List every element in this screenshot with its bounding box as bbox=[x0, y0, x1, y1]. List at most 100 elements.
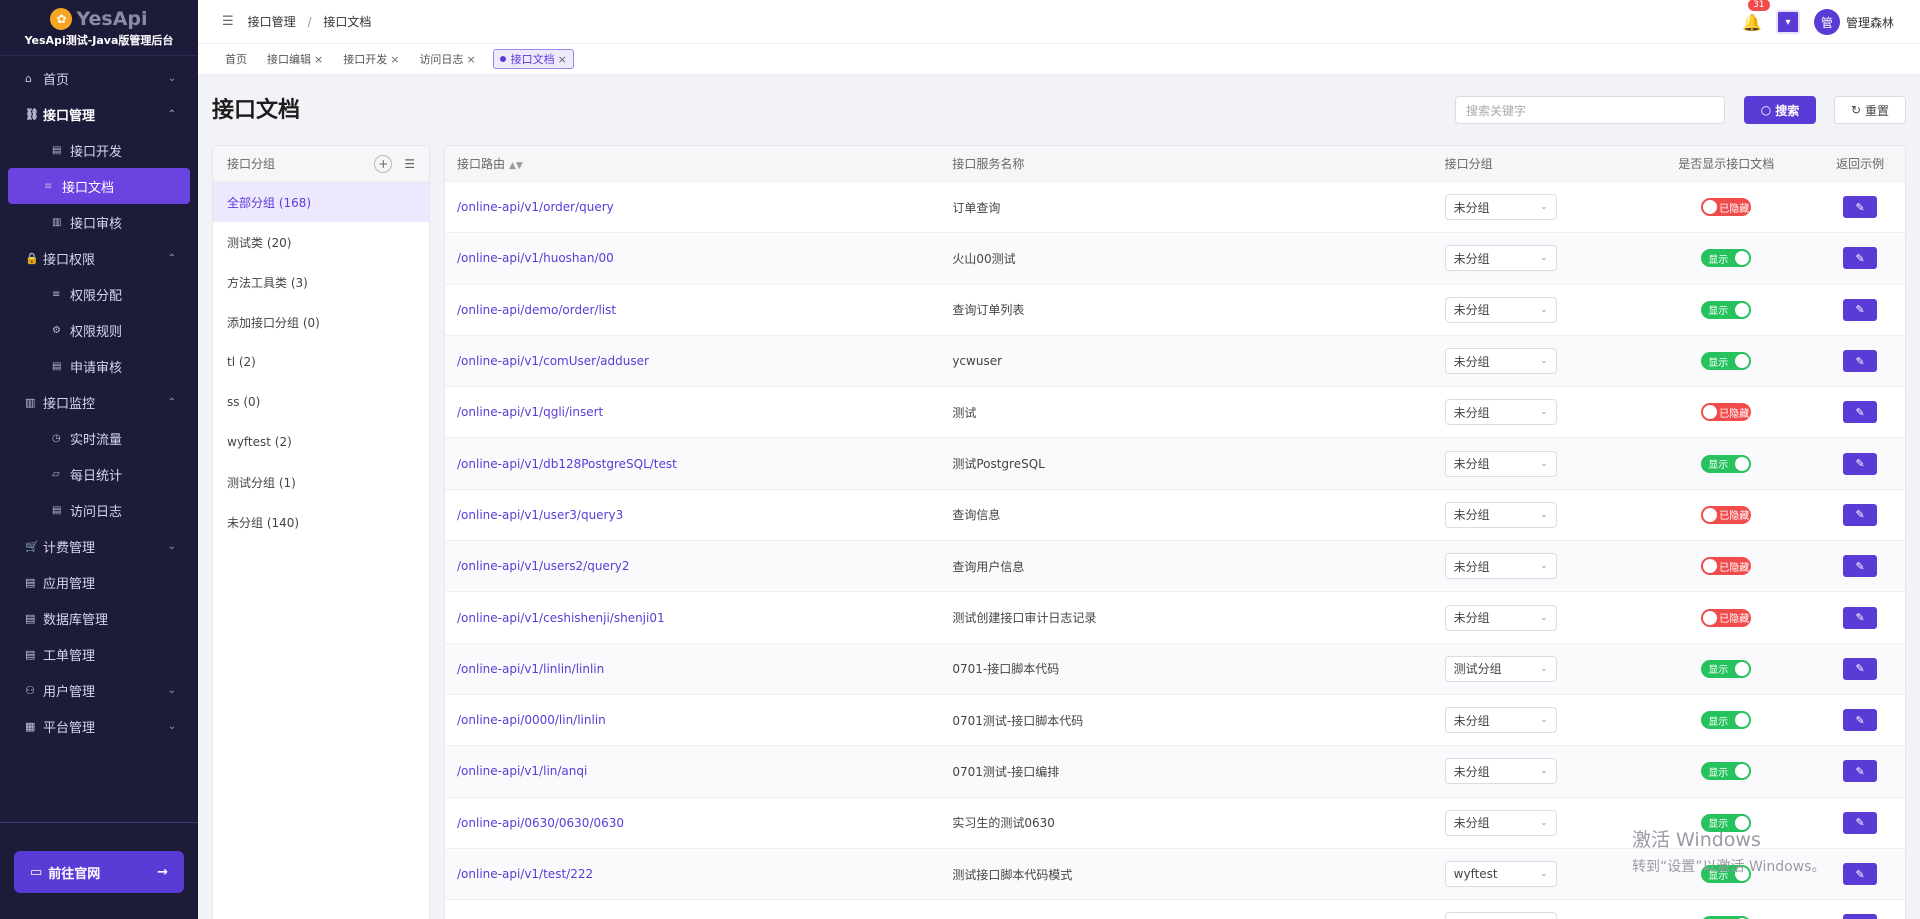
group-select[interactable]: 未分组⌄ bbox=[1444, 758, 1557, 785]
show-doc-toggle[interactable]: 已隐藏 bbox=[1701, 198, 1752, 217]
route-link[interactable]: /online-api/v1/linlin/linlin bbox=[457, 662, 604, 676]
group-select[interactable]: wyftest ⌄ bbox=[1444, 861, 1557, 887]
edit-example-button[interactable]: ✎ bbox=[1843, 401, 1878, 424]
close-icon[interactable]: × bbox=[558, 53, 567, 66]
sidebar-item[interactable]: ⚇ 用户管理 ⌄ bbox=[0, 672, 198, 708]
edit-example-button[interactable]: ✎ bbox=[1843, 709, 1878, 732]
show-doc-toggle[interactable]: 显示 bbox=[1701, 762, 1752, 781]
show-doc-toggle[interactable]: 已隐藏 bbox=[1701, 505, 1752, 524]
show-doc-toggle[interactable]: 已隐藏 bbox=[1701, 403, 1752, 422]
sidebar-subitem[interactable]: ▤ 申请审核 bbox=[8, 348, 190, 384]
route-link[interactable]: /online-api/v1/huoshan/00 bbox=[457, 251, 614, 265]
sidebar-item[interactable]: 🔒 接口权限 ⌃ bbox=[0, 240, 198, 276]
group-item[interactable]: 测试类 (20) bbox=[213, 222, 429, 262]
tab-item[interactable]: 接口文档 × bbox=[492, 49, 574, 69]
edit-example-button[interactable]: ✎ bbox=[1843, 606, 1878, 629]
sidebar-subitem[interactable]: ≡ 权限分配 bbox=[8, 276, 190, 312]
sidebar-item[interactable]: ⛓ 接口管理 ⌃ bbox=[0, 96, 198, 132]
route-link[interactable]: /online-api/v1/ceshishenji/shenji01 bbox=[457, 611, 665, 625]
route-link[interactable]: /online-api/v1/order/query bbox=[457, 200, 614, 214]
group-select[interactable]: 未分组⌄ bbox=[1444, 501, 1557, 528]
group-select[interactable]: 未分组⌄ bbox=[1444, 604, 1557, 631]
group-select[interactable]: 未分组⌄ bbox=[1444, 194, 1557, 221]
route-link[interactable]: /online-api/v1/users2/query2 bbox=[457, 559, 629, 573]
dropdown-toggle-button[interactable]: ▾ bbox=[1775, 10, 1800, 34]
group-item[interactable]: ss (0) bbox=[213, 382, 429, 422]
group-item[interactable]: wyftest (2) bbox=[213, 422, 429, 462]
group-menu-icon[interactable]: ☰ bbox=[404, 157, 415, 171]
edit-example-button[interactable]: ✎ bbox=[1843, 811, 1878, 834]
tab-item[interactable]: 首页 bbox=[222, 49, 250, 69]
tab-item[interactable]: 接口开发 × bbox=[340, 49, 402, 69]
add-group-icon[interactable]: + bbox=[374, 154, 393, 173]
group-select[interactable]: 未分组⌄ bbox=[1444, 450, 1557, 477]
sidebar-subitem[interactable]: ▥ 接口审核 bbox=[8, 204, 190, 240]
edit-example-button[interactable]: ✎ bbox=[1843, 247, 1878, 270]
group-select[interactable]: 未分组⌄ bbox=[1444, 399, 1557, 426]
sidebar-item[interactable]: ▥ 接口监控 ⌃ bbox=[0, 384, 198, 420]
group-item[interactable]: 未分组 (140) bbox=[213, 502, 429, 542]
tab-item[interactable]: 访问日志 × bbox=[416, 49, 478, 69]
route-link[interactable]: /online-api/v1/user3/query3 bbox=[457, 508, 623, 522]
show-doc-toggle[interactable]: 显示 bbox=[1701, 249, 1752, 268]
edit-example-button[interactable]: ✎ bbox=[1843, 298, 1878, 321]
group-select[interactable]: 未分组⌄ bbox=[1444, 296, 1557, 323]
group-select[interactable]: 未分组⌄ bbox=[1444, 348, 1557, 375]
group-select[interactable]: 未分组⌄ bbox=[1444, 809, 1557, 836]
reset-button[interactable]: ↻ 重置 bbox=[1834, 96, 1906, 124]
route-link[interactable]: /online-api/v1/lin/anqi bbox=[457, 764, 587, 778]
group-select[interactable]: 未分组⌄ bbox=[1444, 553, 1557, 580]
column-header-route[interactable]: 接口路由 ▲▼ bbox=[445, 155, 940, 172]
sidebar-item[interactable]: ▤ 数据库管理 bbox=[0, 600, 198, 636]
breadcrumb-item[interactable]: 接口管理 bbox=[248, 15, 296, 29]
sidebar-item[interactable]: ▤ 应用管理 bbox=[0, 564, 198, 600]
user-menu[interactable]: 管 管理森林 bbox=[1813, 9, 1894, 35]
edit-example-button[interactable]: ✎ bbox=[1843, 863, 1878, 885]
show-doc-toggle[interactable]: 显示 bbox=[1701, 300, 1752, 319]
group-select[interactable]: 未分组⌄ bbox=[1444, 912, 1557, 919]
search-input[interactable]: 搜索关键字 bbox=[1455, 96, 1725, 124]
tab-item[interactable]: 接口编辑 × bbox=[264, 49, 326, 69]
edit-example-button[interactable]: ✎ bbox=[1843, 657, 1878, 680]
go-site-button[interactable]: ▭ 前往官网 → bbox=[14, 851, 184, 893]
group-select[interactable]: 未分组⌄ bbox=[1444, 707, 1557, 734]
group-item[interactable]: 测试分组 (1) bbox=[213, 462, 429, 502]
sidebar-subitem[interactable]: ▤ 访问日志 bbox=[8, 492, 190, 528]
sidebar-subitem[interactable]: ▱ 每日统计 bbox=[8, 456, 190, 492]
route-link[interactable]: /online-api/v1/comUser/adduser bbox=[457, 354, 649, 368]
group-select[interactable]: 未分组⌄ bbox=[1444, 245, 1557, 272]
route-link[interactable]: /online-api/demo/order/list bbox=[457, 303, 616, 317]
close-icon[interactable]: × bbox=[314, 53, 323, 66]
route-link[interactable]: /online-api/v1/test/222 bbox=[457, 867, 593, 881]
show-doc-toggle[interactable]: 显示 bbox=[1701, 352, 1752, 371]
route-link[interactable]: /online-api/0630/0630/0630 bbox=[457, 816, 624, 830]
group-item[interactable]: 添加接口分组 (0) bbox=[213, 302, 429, 342]
show-doc-toggle[interactable]: 显示 bbox=[1701, 711, 1752, 730]
edit-example-button[interactable]: ✎ bbox=[1843, 196, 1878, 219]
edit-example-button[interactable]: ✎ bbox=[1843, 760, 1878, 783]
close-icon[interactable]: × bbox=[466, 53, 475, 66]
collapse-menu-icon[interactable]: ☰ bbox=[222, 14, 234, 29]
edit-example-button[interactable]: ✎ bbox=[1843, 555, 1878, 578]
sidebar-item[interactable]: ▤ 工单管理 bbox=[0, 636, 198, 672]
sidebar-subitem[interactable]: ▤ 接口开发 bbox=[8, 132, 190, 168]
show-doc-toggle[interactable]: 显示 bbox=[1701, 454, 1752, 473]
sidebar-subitem[interactable]: ⚙ 权限规则 bbox=[8, 312, 190, 348]
edit-example-button[interactable]: ✎ bbox=[1843, 503, 1878, 526]
close-icon[interactable]: × bbox=[390, 53, 399, 66]
show-doc-toggle[interactable]: 已隐藏 bbox=[1701, 608, 1752, 627]
route-link[interactable]: /online-api/0000/lin/linlin bbox=[457, 713, 606, 727]
route-link[interactable]: /online-api/v1/qgli/insert bbox=[457, 405, 603, 419]
edit-example-button[interactable]: ✎ bbox=[1843, 350, 1878, 373]
sidebar-item[interactable]: ▦ 平台管理 ⌄ bbox=[0, 708, 198, 744]
group-item[interactable]: tl (2) bbox=[213, 342, 429, 382]
route-link[interactable]: /online-api/v1/db128PostgreSQL/test bbox=[457, 457, 677, 471]
show-doc-toggle[interactable]: 显示 bbox=[1701, 659, 1752, 678]
sort-icon[interactable]: ▲▼ bbox=[509, 161, 523, 171]
group-item[interactable]: 方法工具类 (3) bbox=[213, 262, 429, 302]
bell-icon[interactable]: 🔔 31 bbox=[1742, 0, 1770, 32]
sidebar-item[interactable]: 🛒 计费管理 ⌄ bbox=[0, 528, 198, 564]
sidebar-subitem[interactable]: ◷ 实时流量 bbox=[8, 420, 190, 456]
sidebar-item[interactable]: ⌂ 首页 ⌄ bbox=[0, 60, 198, 96]
edit-example-button[interactable]: ✎ bbox=[1843, 452, 1878, 475]
